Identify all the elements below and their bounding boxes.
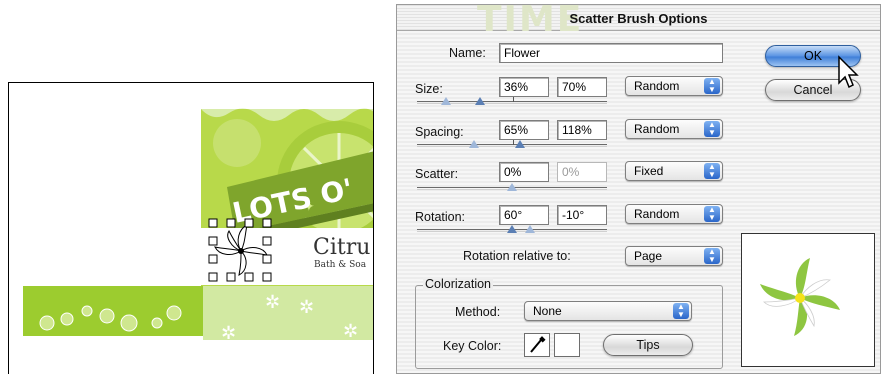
rotation-min-field[interactable]: 60° bbox=[499, 205, 549, 225]
dialog-title: Scatter Brush Options bbox=[569, 11, 708, 26]
rotation-relative-label: Rotation relative to: bbox=[463, 249, 571, 263]
title-bar[interactable]: TIME Scatter Brush Options bbox=[397, 5, 880, 40]
tips-button[interactable]: Tips bbox=[603, 334, 693, 356]
rotation-relative-popup[interactable]: Page ▲ ▼ bbox=[625, 246, 723, 266]
up-down-arrows-icon: ▲ ▼ bbox=[704, 248, 720, 264]
scatter-mode-value: Fixed bbox=[634, 164, 664, 178]
spacing-min-field[interactable]: 65% bbox=[499, 120, 549, 140]
size-min-field[interactable]: 36% bbox=[499, 77, 549, 97]
up-down-arrows-icon: ▲ ▼ bbox=[704, 121, 720, 137]
spacing-min-thumb[interactable] bbox=[469, 140, 479, 148]
svg-text:✲: ✲ bbox=[343, 321, 358, 342]
eyedropper-icon bbox=[530, 336, 546, 353]
scatter-min-field[interactable]: 0% bbox=[499, 162, 549, 182]
up-down-arrows-icon: ▲ ▼ bbox=[704, 78, 720, 94]
size-min-thumb[interactable] bbox=[441, 97, 451, 105]
svg-text:✲: ✲ bbox=[299, 297, 314, 318]
logo-title: Citru bbox=[313, 235, 371, 260]
scatter-label: Scatter: bbox=[415, 167, 459, 181]
size-label: Size: bbox=[415, 82, 443, 96]
citrus-artwork: ✦ ✲ ✲ ✲ ✲ LOTS O' bbox=[23, 108, 373, 344]
size-mode-popup[interactable]: Random ▲ ▼ bbox=[625, 76, 723, 96]
rotation-relative-value: Page bbox=[634, 249, 663, 263]
scatter-thumb[interactable] bbox=[507, 183, 517, 191]
spacing-mode-popup[interactable]: Random ▲ ▼ bbox=[625, 119, 723, 139]
svg-text:✲: ✲ bbox=[221, 323, 236, 344]
rotation-min-thumb[interactable] bbox=[507, 225, 517, 233]
size-mode-value: Random bbox=[634, 79, 680, 93]
name-label: Name: bbox=[449, 46, 486, 60]
svg-text:✲: ✲ bbox=[265, 292, 280, 313]
rotation-mode-value: Random bbox=[634, 207, 680, 221]
size-max-field[interactable]: 70% bbox=[557, 77, 607, 97]
colorization-title: Colorization bbox=[423, 277, 494, 291]
flower-preview-image bbox=[760, 258, 840, 336]
spacing-label: Spacing: bbox=[415, 125, 464, 139]
scatter-mode-popup[interactable]: Fixed ▲ ▼ bbox=[625, 161, 723, 181]
spacing-mode-value: Random bbox=[634, 122, 680, 136]
name-field[interactable]: Flower bbox=[499, 43, 723, 63]
key-color-eyedropper[interactable] bbox=[524, 333, 550, 357]
spacing-slider-track[interactable] bbox=[417, 144, 607, 147]
brush-preview bbox=[741, 233, 875, 367]
key-color-swatch[interactable] bbox=[554, 333, 580, 357]
scatter-max-field: 0% bbox=[557, 162, 607, 182]
method-value: None bbox=[533, 304, 562, 318]
rotation-max-field[interactable]: -10° bbox=[557, 205, 607, 225]
spacing-max-field[interactable]: 118% bbox=[557, 120, 607, 140]
scatter-brush-options-dialog: TIME Scatter Brush Options Name: Flower … bbox=[396, 4, 881, 374]
method-popup[interactable]: None ▲ ▼ bbox=[524, 301, 692, 321]
logo-subtitle: Bath & Soa bbox=[314, 260, 367, 270]
spacing-slider-tick bbox=[513, 140, 514, 145]
up-down-arrows-icon: ▲ ▼ bbox=[704, 206, 720, 222]
spacing-max-thumb[interactable] bbox=[515, 140, 525, 148]
method-label: Method: bbox=[455, 305, 501, 319]
size-max-thumb[interactable] bbox=[475, 97, 485, 105]
rotation-label: Rotation: bbox=[415, 210, 466, 224]
up-down-arrows-icon: ▲ ▼ bbox=[673, 303, 689, 319]
rotation-max-thumb[interactable] bbox=[525, 225, 535, 233]
key-color-label: Key Color: bbox=[443, 339, 502, 353]
rotation-mode-popup[interactable]: Random ▲ ▼ bbox=[625, 204, 723, 224]
arrow-cursor-icon bbox=[838, 55, 859, 89]
artboard: ✦ ✲ ✲ ✲ ✲ LOTS O' Citru Bath & Soa bbox=[8, 82, 374, 374]
size-slider-tick bbox=[513, 97, 514, 102]
up-down-arrows-icon: ▲ ▼ bbox=[704, 163, 720, 179]
